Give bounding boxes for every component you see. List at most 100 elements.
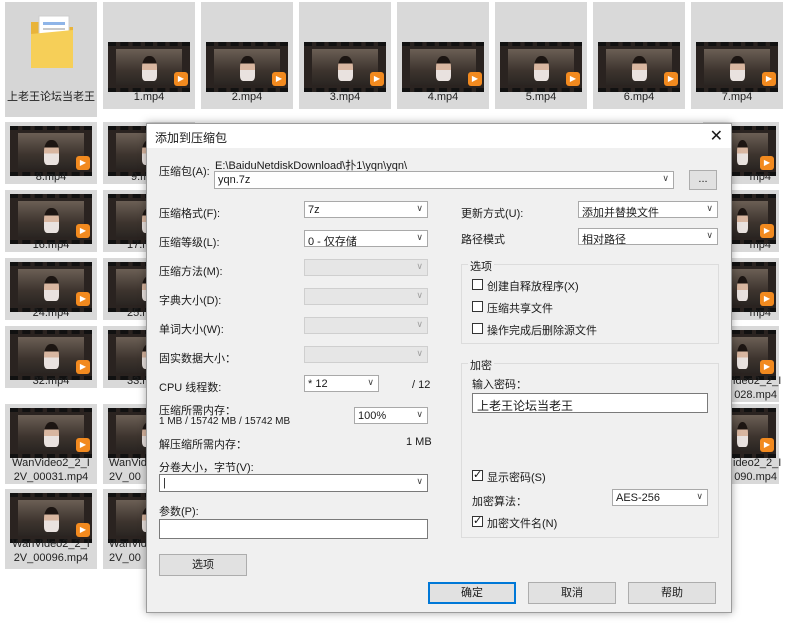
method-select[interactable]: ∨ — [304, 259, 428, 276]
video-badge-icon: ▶ — [664, 72, 678, 86]
format-select[interactable]: 7z ∨ — [304, 201, 428, 218]
archive-name-combo[interactable]: yqn.7z ∨ — [214, 171, 674, 189]
video-badge-icon: ▶ — [76, 156, 90, 170]
memory-percent-value: 100% — [358, 410, 387, 422]
file-tile[interactable]: ▶ WanVideo2_2_I 2V_00096.mp4 — [5, 489, 97, 569]
delete-source-checkbox[interactable] — [472, 323, 483, 334]
level-select[interactable]: 0 - 仅存储 ∨ — [304, 230, 428, 248]
encryption-group: 加密 输入密码： 上老王论坛当老王 显示密码(S) 加密算法： AES-256 ∨… — [461, 357, 719, 538]
show-password-checkbox[interactable] — [472, 468, 483, 481]
file-tile[interactable]: ▶ 2.mp4 — [201, 2, 293, 109]
solid-label: 固实数据大小： — [159, 353, 236, 365]
chevron-down-icon: ∨ — [706, 203, 713, 213]
encryption-method-label: 加密算法： — [472, 496, 527, 508]
password-value: 上老王论坛当老王 — [477, 399, 574, 413]
delete-source-label[interactable]: 操作完成后删除源文件 — [487, 322, 597, 338]
video-thumbnail: ▶ — [10, 262, 92, 312]
file-tile[interactable]: ▶ 24.mp4 — [5, 258, 97, 320]
file-tile[interactable]: ▶ 16.mp4 — [5, 190, 97, 252]
video-badge-icon: ▶ — [566, 72, 580, 86]
video-thumbnail: ▶ — [10, 493, 92, 543]
file-name: ideo2_2_I 090.mp4 — [733, 457, 782, 483]
dialog-titlebar[interactable]: 添加到压缩包 ✕ — [147, 124, 731, 148]
decompress-memory-value: 1 MB — [406, 436, 432, 448]
encryption-method-value: AES-256 — [616, 492, 661, 504]
video-badge-icon: ▶ — [760, 360, 774, 374]
path-mode-select[interactable]: 相对路径 ∨ — [578, 228, 718, 246]
video-badge-icon: ▶ — [468, 72, 482, 86]
encrypt-names-label[interactable]: 加密文件名(N) — [487, 515, 557, 531]
file-name: 1.mp4 — [133, 91, 165, 103]
encryption-group-title: 加密 — [468, 357, 494, 373]
chevron-down-icon: ∨ — [416, 261, 423, 271]
format-label: 压缩格式(F): — [159, 208, 221, 220]
solid-select[interactable]: ∨ — [304, 346, 428, 363]
password-input[interactable]: 上老王论坛当老王 — [472, 393, 708, 413]
file-tile[interactable]: ▶ 8.mp4 — [5, 122, 97, 184]
options-group-title: 选项 — [468, 258, 494, 274]
chevron-down-icon: ∨ — [416, 348, 423, 358]
file-tile[interactable]: ▶ 6.mp4 — [593, 2, 685, 109]
level-label: 压缩等级(L): — [159, 237, 220, 249]
memory-percent-select[interactable]: 100% ∨ — [354, 407, 428, 424]
sfx-checkbox[interactable] — [472, 279, 483, 290]
cpu-select[interactable]: * 12 ∨ — [304, 375, 379, 392]
chevron-down-icon: ∨ — [416, 319, 423, 329]
path-mode-label: 路径模式 — [461, 234, 505, 246]
video-thumbnail: ▶ — [598, 42, 680, 92]
file-tile[interactable]: ▶ 1.mp4 — [103, 2, 195, 109]
file-tile[interactable]: ▶ WanVideo2_2_I 2V_00031.mp4 — [5, 404, 97, 484]
chevron-down-icon: ∨ — [696, 491, 703, 501]
file-name: 3.mp4 — [329, 91, 361, 103]
video-badge-icon: ▶ — [760, 224, 774, 238]
sfx-label[interactable]: 创建自释放程序(X) — [487, 278, 579, 294]
encrypt-names-checkbox[interactable] — [472, 514, 483, 527]
cpu-label: CPU 线程数: — [159, 382, 222, 394]
file-name: 7.mp4 — [721, 91, 753, 103]
file-tile[interactable]: ▶ 32.mp4 — [5, 326, 97, 388]
video-thumbnail: ▶ — [402, 42, 484, 92]
cpu-total: / 12 — [412, 379, 431, 391]
video-badge-icon: ▶ — [760, 438, 774, 452]
dict-select[interactable]: ∨ — [304, 288, 428, 305]
file-tile[interactable]: ▶ 5.mp4 — [495, 2, 587, 109]
cpu-value: * 12 — [308, 378, 328, 390]
update-value: 添加并替换文件 — [582, 207, 659, 219]
video-badge-icon: ▶ — [762, 72, 776, 86]
video-thumbnail: ▶ — [10, 408, 92, 458]
update-select[interactable]: 添加并替换文件 ∨ — [578, 201, 718, 219]
options-button[interactable]: 选项 — [159, 554, 247, 576]
video-thumbnail: ▶ — [500, 42, 582, 92]
video-thumbnail: ▶ — [108, 42, 190, 92]
file-tile[interactable]: ▶ 4.mp4 — [397, 2, 489, 109]
chevron-down-icon: ∨ — [706, 230, 713, 240]
show-password-label[interactable]: 显示密码(S) — [487, 469, 546, 485]
split-value: | — [163, 477, 166, 489]
split-combo[interactable]: | ∨ — [159, 474, 428, 492]
memory-value: 1 MB / 15742 MB / 15742 MB — [159, 416, 291, 427]
video-thumbnail: ▶ — [10, 330, 92, 380]
folder-name: 上老王论坛当老王 — [7, 91, 95, 103]
shared-label[interactable]: 压缩共享文件 — [487, 300, 553, 316]
video-badge-icon: ▶ — [760, 156, 774, 170]
file-tile[interactable]: ▶ 7.mp4 — [691, 2, 783, 109]
video-thumbnail: ▶ — [696, 42, 778, 92]
file-tile[interactable]: ▶ 3.mp4 — [299, 2, 391, 109]
shared-checkbox[interactable] — [472, 301, 483, 312]
video-badge-icon: ▶ — [76, 224, 90, 238]
close-icon[interactable]: ✕ — [710, 126, 723, 146]
help-button[interactable]: 帮助 — [628, 582, 716, 604]
video-badge-icon: ▶ — [174, 72, 188, 86]
encryption-method-select[interactable]: AES-256 ∨ — [612, 489, 708, 506]
folder-tile[interactable]: 上老王论坛当老王 — [5, 2, 97, 117]
ok-button[interactable]: 确定 — [428, 582, 516, 604]
file-name: WanVid 2V_00 — [109, 538, 147, 564]
word-label: 单词大小(W): — [159, 324, 224, 336]
file-name: 6.mp4 — [623, 91, 655, 103]
password-label: 输入密码： — [472, 379, 527, 391]
format-value: 7z — [308, 204, 320, 216]
browse-button[interactable]: ... — [689, 170, 717, 190]
params-input[interactable] — [159, 519, 428, 539]
word-select[interactable]: ∨ — [304, 317, 428, 334]
cancel-button[interactable]: 取消 — [528, 582, 616, 604]
